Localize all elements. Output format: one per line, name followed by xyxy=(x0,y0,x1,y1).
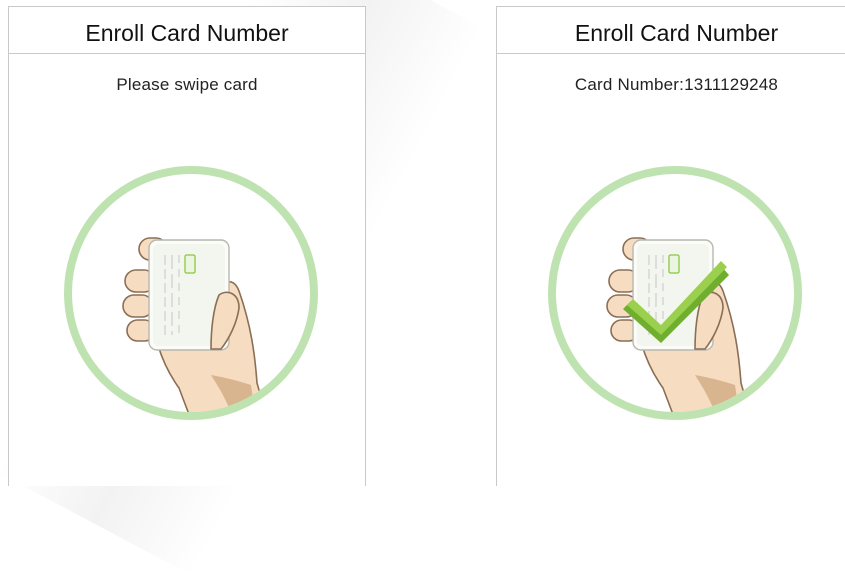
panel-title: Enroll Card Number xyxy=(9,6,365,54)
hand-holding-card-checkmark-icon xyxy=(548,166,802,420)
hand-holding-card-icon xyxy=(64,166,318,420)
card-number-text: Card Number:1311129248 xyxy=(574,75,779,94)
panel-title: Enroll Card Number xyxy=(497,6,845,54)
enroll-card-panel-success: Enroll Card Number Card Number:131112924… xyxy=(496,6,845,486)
swipe-card-prompt: Please swipe card xyxy=(116,75,258,94)
enroll-card-panel-swipe: Enroll Card Number Please swipe card xyxy=(8,6,366,486)
